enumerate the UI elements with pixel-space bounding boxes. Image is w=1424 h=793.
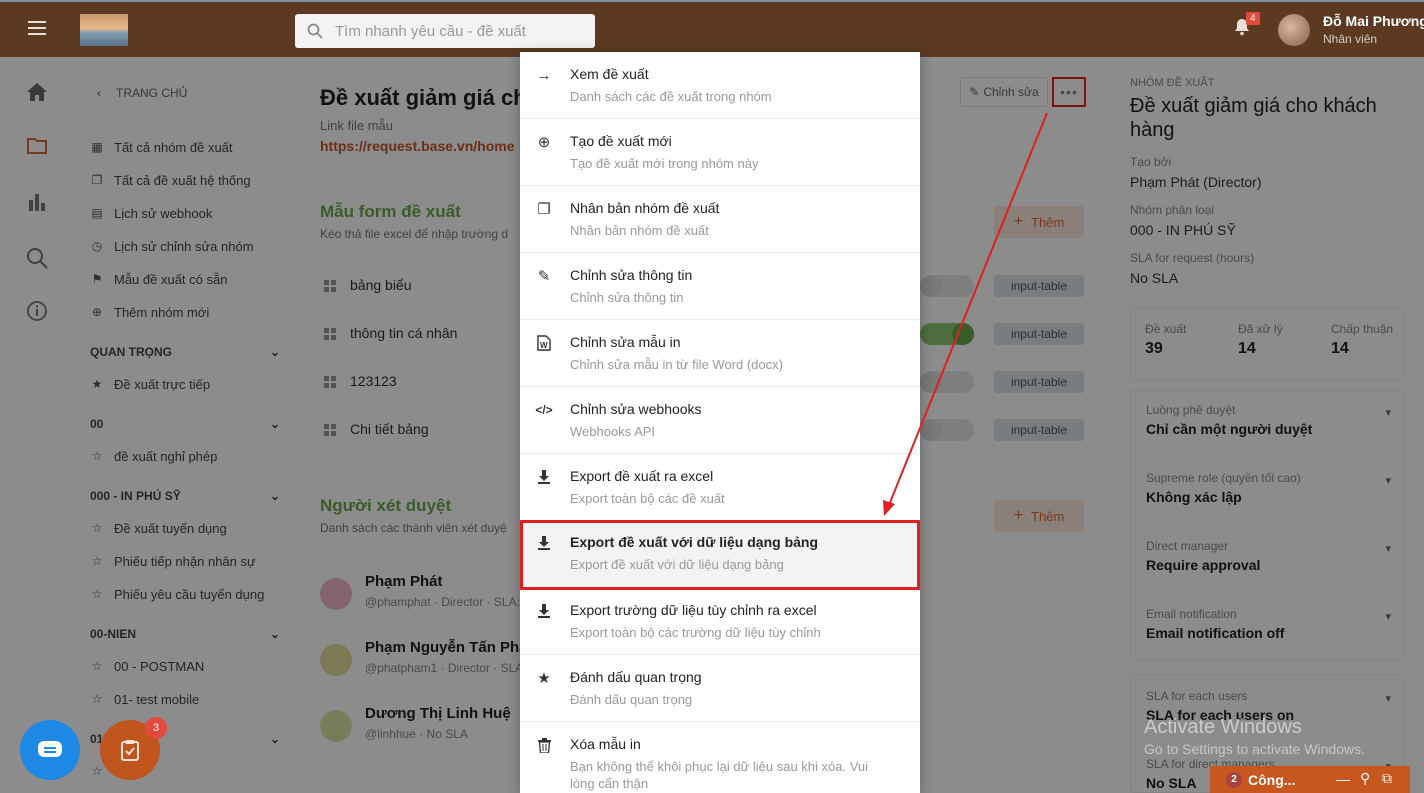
minimized-chat-dock[interactable]: 2 Công... — ⚲ ⧉	[1210, 766, 1410, 793]
download-icon	[536, 469, 552, 485]
menu-item-edit-info[interactable]: ✎ Chỉnh sửa thông tin Chỉnh sửa thông tin	[520, 253, 920, 320]
arrow-right-icon: →	[536, 66, 552, 84]
minimize-icon[interactable]: —	[1336, 771, 1350, 787]
user-role: Nhân viên	[1323, 32, 1378, 46]
svg-text:W: W	[540, 341, 548, 350]
dock-count: 2	[1226, 771, 1242, 788]
menu-item-desc: Export đề xuất với dữ liệu dạng bảng	[570, 557, 784, 572]
clipboard-check-icon	[121, 740, 139, 761]
menu-icon[interactable]	[28, 21, 46, 35]
code-icon: </>	[535, 403, 553, 417]
notification-badge: 4	[1246, 12, 1260, 25]
menu-item-export-table-data[interactable]: Export đề xuất với dữ liệu dạng bảng Expo…	[520, 520, 920, 590]
menu-item-desc: Export toàn bộ các đề xuất	[570, 491, 725, 506]
menu-item-mark-important[interactable]: ★ Đánh dấu quan trọng Đánh dấu quan trọng	[520, 655, 920, 722]
menu-item-title: Export đề xuất với dữ liệu dạng bảng	[570, 534, 819, 550]
menu-item-title: Nhân bản nhóm đề xuất	[570, 200, 720, 216]
menu-item-desc: Đánh dấu quan trọng	[570, 692, 693, 707]
plus-circle-icon: ⊕	[537, 134, 551, 151]
search-icon	[307, 23, 323, 39]
menu-item-title: Tạo đề xuất mới	[570, 133, 672, 149]
task-badge: 3	[145, 717, 167, 739]
download-icon	[536, 535, 552, 551]
menu-item-title: Xóa mẫu in	[570, 736, 641, 752]
company-logo[interactable]	[80, 14, 128, 46]
menu-item-title: Export đề xuất ra excel	[570, 468, 714, 484]
more-options-menu: → Xem đề xuất Danh sách các đề xuất trong …	[520, 52, 920, 793]
menu-item-edit-webhooks[interactable]: </> Chỉnh sửa webhooks Webhooks API	[520, 387, 920, 454]
avatar[interactable]	[1278, 14, 1310, 46]
dock-label: Công...	[1248, 771, 1296, 788]
search-icon[interactable]: ⚲	[1360, 770, 1370, 787]
menu-item-create-request[interactable]: ⊕ Tạo đề xuất mới Tạo đề xuất mới trong nh…	[520, 119, 920, 186]
word-icon: W	[536, 335, 552, 351]
star-icon: ★	[537, 670, 551, 687]
chat-button[interactable]	[20, 720, 80, 780]
menu-item-desc-2: lòng cẩn thận	[570, 776, 649, 791]
menu-item-desc: Nhân bản nhóm đề xuất	[570, 223, 709, 238]
top-bar: Tìm nhanh yêu cầu - đề xuất 4 Đỗ Mai Phư…	[0, 0, 1424, 57]
menu-item-desc: Tạo đề xuất mới trong nhóm này	[570, 156, 759, 171]
menu-item-title: Đánh dấu quan trọng	[570, 669, 702, 685]
menu-item-title: Xem đề xuất	[570, 66, 649, 82]
menu-item-duplicate-group[interactable]: ❐ Nhân bản nhóm đề xuất Nhân bản nhóm đề x…	[520, 186, 920, 253]
menu-item-export-custom-fields[interactable]: Export trường dữ liệu tùy chỉnh ra excel…	[520, 588, 920, 655]
menu-item-title: Chỉnh sửa webhooks	[570, 401, 702, 417]
windows-watermark-sub: Go to Settings to activate Windows.	[1144, 741, 1365, 757]
search-placeholder: Tìm nhanh yêu cầu - đề xuất	[335, 23, 526, 40]
menu-item-desc: Bạn không thể khôi phục lại dữ liệu sau …	[570, 759, 869, 774]
menu-item-view-requests[interactable]: → Xem đề xuất Danh sách các đề xuất trong …	[520, 52, 920, 119]
pencil-icon: ✎	[537, 268, 551, 285]
user-name[interactable]: Đỗ Mai Phương	[1323, 13, 1424, 29]
menu-item-desc: Export toàn bộ các trường dữ liệu tùy ch…	[570, 625, 821, 640]
download-icon	[536, 603, 552, 619]
menu-item-export-excel[interactable]: Export đề xuất ra excel Export toàn bộ cá…	[520, 454, 920, 521]
menu-item-desc: Chỉnh sửa mẫu in từ file Word (docx)	[570, 357, 783, 372]
menu-item-edit-print-template[interactable]: W Chỉnh sửa mẫu in Chỉnh sửa mẫu in từ fil…	[520, 320, 920, 387]
menu-item-desc: Chỉnh sửa thông tin	[570, 290, 684, 305]
copy-icon: ❐	[537, 201, 551, 218]
menu-item-delete[interactable]: Xóa mẫu in Bạn không thể khôi phục lại dữ…	[520, 722, 920, 793]
menu-item-title: Export trường dữ liệu tùy chỉnh ra excel	[570, 602, 817, 618]
menu-item-title: Chỉnh sửa thông tin	[570, 267, 693, 283]
search-input[interactable]: Tìm nhanh yêu cầu - đề xuất	[295, 14, 595, 48]
menu-item-desc: Danh sách các đề xuất trong nhóm	[570, 89, 772, 104]
external-link-icon[interactable]: ⧉	[1382, 770, 1392, 787]
menu-item-title: Chỉnh sửa mẫu in	[570, 334, 681, 350]
chat-icon	[38, 741, 62, 757]
menu-item-desc: Webhooks API	[570, 424, 656, 439]
windows-watermark: Activate Windows	[1144, 716, 1302, 738]
trash-icon	[536, 737, 552, 753]
